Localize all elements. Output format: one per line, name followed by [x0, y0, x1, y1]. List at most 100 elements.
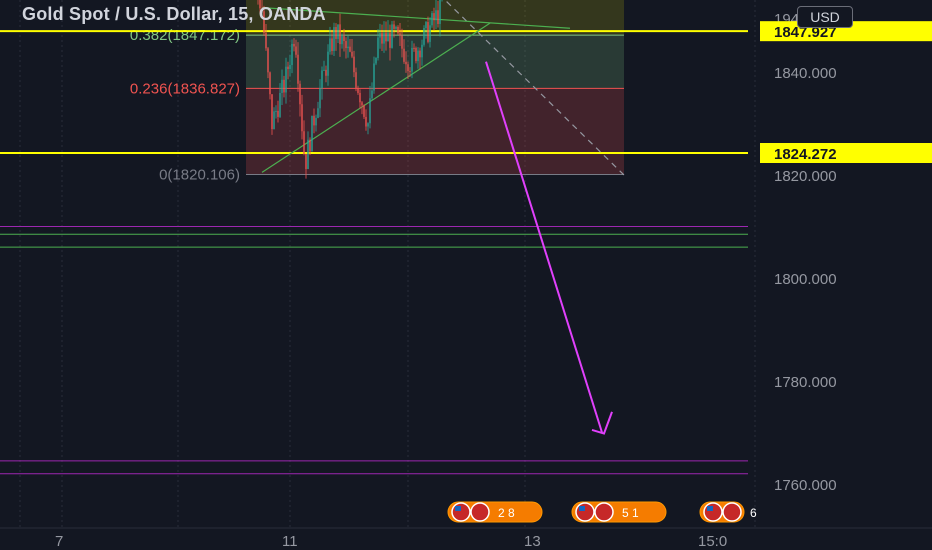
candle-body	[267, 48, 269, 73]
fib-level-label: 0.382(1847.172)	[130, 27, 240, 44]
candle-body	[319, 88, 321, 109]
event-badge[interactable]: 5 1	[571, 501, 667, 523]
candle-body	[401, 35, 403, 49]
us-flag-icon	[451, 502, 471, 522]
candle-body	[329, 38, 331, 52]
candle-body	[341, 36, 343, 45]
candle-body	[271, 94, 273, 130]
candle-body	[335, 27, 337, 39]
x-tick-label: 11	[282, 533, 298, 550]
price-chart[interactable]: 1(1890.960)0.786(1875.797)0.618(1863.894…	[0, 0, 932, 550]
candle-body	[275, 110, 277, 112]
candle-body	[303, 131, 305, 154]
candle-body	[407, 64, 409, 72]
candle-body	[273, 111, 275, 130]
candle-body	[371, 90, 373, 99]
candle-body	[409, 71, 411, 73]
candle-body	[279, 92, 281, 117]
candle-body	[345, 41, 347, 49]
candle-body	[431, 13, 433, 26]
candle-body	[331, 38, 333, 51]
candle-body	[325, 69, 327, 76]
candle-body	[293, 43, 295, 47]
candle-body	[337, 24, 339, 39]
candle-body	[313, 115, 315, 126]
candle-body	[315, 117, 317, 126]
event-badge[interactable]: 2 8	[447, 501, 543, 523]
us-flag-canton	[707, 506, 713, 511]
candle-body	[283, 79, 285, 93]
candle-body	[301, 104, 303, 132]
candle-body	[391, 24, 393, 48]
candle-body	[389, 32, 391, 48]
candle-body	[317, 108, 319, 118]
event-badge-count: 5 1	[622, 506, 639, 520]
candle-body	[327, 51, 329, 76]
y-tick-label: 1820.000	[774, 168, 837, 185]
fib-zone	[246, 88, 624, 175]
y-tick-label: 1800.000	[774, 271, 837, 288]
candle-body	[339, 24, 341, 45]
candle-body	[383, 32, 385, 44]
fib-zone	[246, 35, 624, 89]
candle-body	[373, 63, 375, 91]
candle-body	[321, 70, 323, 89]
candle-body	[295, 46, 297, 55]
candle-body	[435, 10, 437, 21]
fib-level-label: 0.236(1836.827)	[130, 80, 240, 97]
us-flag-icon	[594, 502, 614, 522]
candle-body	[299, 83, 301, 105]
currency-selector[interactable]: USD	[797, 6, 853, 28]
x-tick-label: 15:0	[698, 533, 727, 550]
candle-body	[375, 58, 377, 64]
candle-body	[425, 22, 427, 29]
y-tick-label: 1760.000	[774, 477, 837, 494]
candle-body	[381, 33, 383, 44]
candle-body	[437, 10, 439, 24]
candle-body	[379, 33, 381, 38]
y-tick-label: 1840.000	[774, 65, 837, 82]
candle-body	[387, 32, 389, 42]
candle-body	[297, 54, 299, 84]
candle-body	[309, 139, 311, 152]
candle-body	[323, 69, 325, 71]
price-tag: 1824.272	[774, 146, 837, 163]
us-flag-icon	[575, 502, 595, 522]
candle-body	[421, 44, 423, 58]
candle-body	[403, 48, 405, 62]
candle-body	[281, 79, 283, 93]
candle-body	[351, 51, 353, 57]
us-flag-icon	[470, 502, 490, 522]
candle-body	[369, 98, 371, 124]
candle-body	[357, 87, 359, 93]
candle-body	[399, 33, 401, 36]
candle-body	[397, 26, 399, 34]
candle-body	[347, 46, 349, 49]
candle-body	[393, 24, 395, 29]
us-flag-canton	[579, 506, 585, 511]
candle-body	[377, 37, 379, 59]
candle-body	[411, 47, 413, 72]
candle-body	[289, 65, 291, 70]
candle-body	[311, 115, 313, 152]
candle-body	[405, 61, 407, 65]
candle-body	[429, 25, 431, 42]
x-tick-label: 7	[55, 533, 63, 550]
event-badge-count: 2 8	[498, 506, 515, 520]
us-flag-canton	[455, 506, 461, 511]
candle-body	[333, 27, 335, 51]
candle-body	[355, 72, 357, 88]
fib-level-label: 0.5(1855.533)	[147, 0, 240, 1]
candle-body	[359, 92, 361, 103]
candle-body	[415, 48, 417, 62]
candle-body	[417, 50, 419, 62]
candle-body	[433, 13, 435, 21]
candle-body	[385, 32, 387, 42]
candle-body	[361, 102, 363, 106]
candle-body	[413, 47, 415, 49]
candle-body	[365, 116, 367, 127]
us-flag-icon	[722, 502, 742, 522]
event-badge-count: 6	[750, 506, 757, 520]
fib-level-label: 0(1820.106)	[159, 166, 240, 183]
us-flag-icon	[703, 502, 723, 522]
